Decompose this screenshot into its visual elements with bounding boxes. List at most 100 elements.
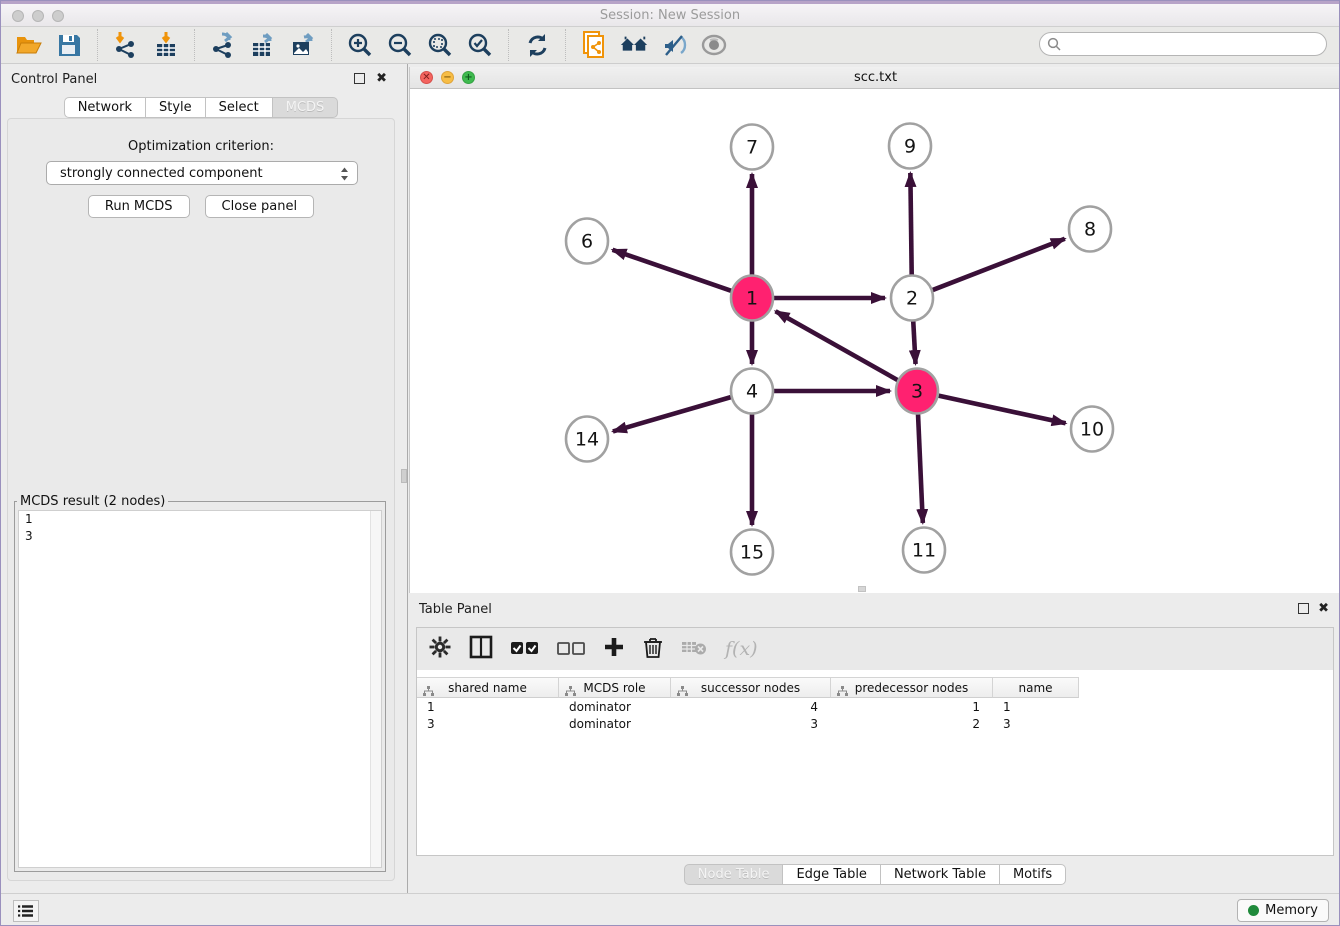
criterion-value: strongly connected component: [60, 166, 263, 181]
table-cell[interactable]: 3: [417, 716, 559, 733]
column-header-name[interactable]: name: [993, 677, 1079, 698]
run-mcds-button[interactable]: Run MCDS: [88, 195, 190, 218]
graph-node-15[interactable]: 15: [731, 530, 773, 575]
table-toolbar: f(x): [417, 628, 1333, 670]
edge-2-3[interactable]: [913, 320, 915, 364]
svg-text:6: 6: [581, 231, 593, 253]
control-panel-title: Control Panel: [11, 72, 97, 87]
result-scrollbar[interactable]: [370, 511, 381, 867]
deselect-all-icon[interactable]: [557, 640, 585, 659]
graph-node-10[interactable]: 10: [1071, 407, 1113, 452]
close-panel-button[interactable]: Close panel: [205, 195, 315, 218]
tab-style[interactable]: Style: [146, 97, 206, 118]
column-header-successor-nodes[interactable]: successor nodes: [671, 677, 831, 698]
tab-mcds[interactable]: MCDS: [273, 97, 339, 118]
graph-node-14[interactable]: 14: [566, 417, 608, 462]
edge-1-6[interactable]: [613, 250, 732, 291]
task-history-button[interactable]: [13, 900, 39, 922]
edge-3-10[interactable]: [938, 396, 1065, 424]
open-folder-icon[interactable]: [14, 30, 44, 60]
show-graphics-icon[interactable]: [699, 30, 729, 60]
control-panel-header: Control Panel ✖: [1, 69, 401, 91]
table-cell[interactable]: 1: [993, 699, 1079, 716]
tab-node-table[interactable]: Node Table: [684, 864, 784, 885]
tab-motifs[interactable]: Motifs: [1000, 864, 1066, 885]
graph-node-6[interactable]: 6: [566, 219, 608, 264]
memory-button[interactable]: Memory: [1237, 899, 1329, 922]
table-cell[interactable]: dominator: [559, 699, 671, 716]
zoom-in-icon[interactable]: [345, 30, 375, 60]
table-panel: Table Panel ✖: [409, 596, 1340, 891]
graph-node-8[interactable]: 8: [1069, 207, 1111, 252]
edge-2-8[interactable]: [933, 239, 1065, 290]
export-network-icon[interactable]: [208, 30, 238, 60]
edge-4-14[interactable]: [613, 397, 731, 431]
import-table-icon[interactable]: [151, 30, 181, 60]
status-bar: Memory: [1, 893, 1339, 926]
session-title: Session: New Session: [1, 8, 1339, 23]
edge-3-11[interactable]: [918, 413, 923, 523]
column-header-MCDS-role[interactable]: MCDS role: [559, 677, 671, 698]
mcds-result-item: 1: [19, 511, 381, 528]
zoom-out-icon[interactable]: [385, 30, 415, 60]
tab-edge-table[interactable]: Edge Table: [783, 864, 880, 885]
search-input[interactable]: [1066, 37, 1326, 51]
delete-column-icon[interactable]: [643, 636, 663, 663]
table-cell[interactable]: 4: [671, 699, 831, 716]
svg-text:7: 7: [746, 137, 758, 159]
column-header-predecessor-nodes[interactable]: predecessor nodes: [831, 677, 993, 698]
zoom-fit-icon[interactable]: [425, 30, 455, 60]
export-table-icon[interactable]: [248, 30, 278, 60]
toggle-column-view-icon[interactable]: [469, 635, 493, 663]
control-panel-tabs: Network Style Select MCDS: [1, 97, 401, 118]
edge-2-9[interactable]: [910, 173, 911, 276]
new-network-icon[interactable]: [579, 30, 609, 60]
table-row[interactable]: 3dominator323: [417, 716, 1079, 733]
tab-select[interactable]: Select: [206, 97, 273, 118]
add-column-icon[interactable]: [603, 636, 625, 662]
close-panel-icon[interactable]: ✖: [376, 71, 387, 86]
table-cell[interactable]: 1: [417, 699, 559, 716]
hide-graphics-icon[interactable]: [659, 30, 689, 60]
table-cell[interactable]: 1: [831, 699, 993, 716]
table-close-icon[interactable]: ✖: [1318, 601, 1329, 616]
search-icon: [1047, 37, 1061, 51]
table-float-icon[interactable]: [1298, 603, 1309, 614]
import-network-icon[interactable]: [111, 30, 141, 60]
network-title: scc.txt: [410, 70, 1340, 85]
graph-node-11[interactable]: 11: [903, 528, 945, 573]
table-cell[interactable]: 2: [831, 716, 993, 733]
refresh-layout-icon[interactable]: [522, 30, 552, 60]
table-row[interactable]: 1dominator411: [417, 699, 1079, 716]
mcds-result-fieldset: MCDS result (2 nodes) 13: [14, 494, 386, 872]
splitter-grip[interactable]: [401, 469, 407, 483]
table-cell[interactable]: 3: [993, 716, 1079, 733]
column-header-shared-name[interactable]: shared name: [417, 677, 559, 698]
criterion-select[interactable]: strongly connected component: [46, 161, 358, 185]
vertical-splitter[interactable]: [401, 64, 408, 893]
graph-node-3[interactable]: 3: [896, 369, 938, 414]
network-window-titlebar[interactable]: ✕ − + scc.txt: [410, 67, 1340, 89]
save-icon[interactable]: [54, 30, 84, 60]
settings-gear-icon[interactable]: [429, 636, 451, 662]
table-cell[interactable]: dominator: [559, 716, 671, 733]
float-panel-icon[interactable]: [354, 73, 365, 84]
edge-3-1[interactable]: [776, 311, 898, 380]
graph-node-1[interactable]: 1: [731, 276, 773, 321]
zoom-selected-icon[interactable]: [465, 30, 495, 60]
network-canvas[interactable]: 7 9 6 8 1 2 4 3 14 10 15 11: [410, 89, 1340, 593]
graph-node-7[interactable]: 7: [731, 125, 773, 170]
table-cell[interactable]: 3: [671, 716, 831, 733]
select-all-icon[interactable]: [511, 640, 539, 659]
tab-network[interactable]: Network: [64, 97, 146, 118]
graph-node-4[interactable]: 4: [731, 369, 773, 414]
graph-node-9[interactable]: 9: [889, 124, 931, 169]
graph-node-2[interactable]: 2: [891, 276, 933, 321]
tab-network-table[interactable]: Network Table: [881, 864, 1000, 885]
export-image-icon[interactable]: [288, 30, 318, 60]
canvas-resize-handle[interactable]: [858, 586, 866, 592]
svg-text:8: 8: [1084, 219, 1096, 241]
search-box[interactable]: [1039, 32, 1327, 56]
home-views-icon[interactable]: [619, 30, 649, 60]
function-builder-icon-disabled: f(x): [725, 638, 758, 660]
